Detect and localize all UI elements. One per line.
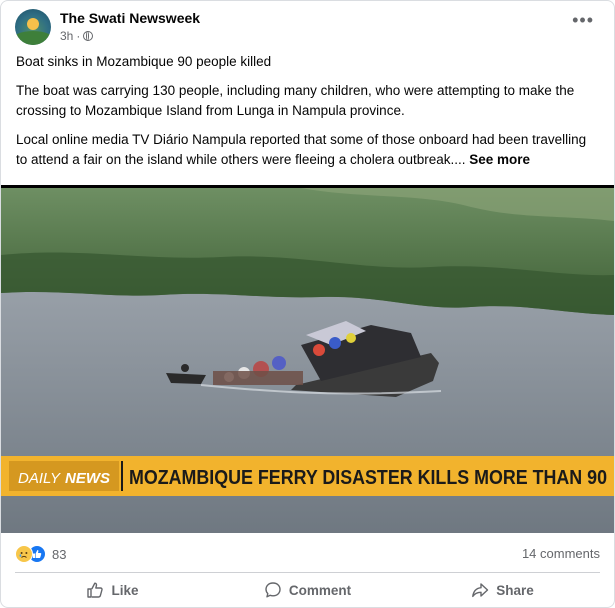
page-avatar[interactable] <box>15 9 51 45</box>
like-icon <box>87 582 104 598</box>
video-frame: DAILY NEWS MOZAMBIQUE FERRY DISASTER KIL… <box>1 188 614 533</box>
post-paragraph: The boat was carrying 130 people, includ… <box>16 83 575 118</box>
comments-count[interactable]: 14 comments <box>522 546 600 561</box>
like-button[interactable]: Like <box>15 575 210 605</box>
reactions-summary[interactable]: 83 <box>15 545 66 563</box>
post-meta: 3h · <box>60 29 94 43</box>
avatar-sun <box>27 18 39 30</box>
ticker-headline: MOZAMBIQUE FERRY DISASTER KILLS MORE THA… <box>129 467 607 489</box>
more-options-icon[interactable]: ••• <box>572 11 594 29</box>
ticker-logo-news: NEWS <box>65 470 110 487</box>
post-stats: 83 14 comments <box>15 545 600 565</box>
actions-divider <box>15 572 600 573</box>
post-time[interactable]: 3h <box>60 29 73 43</box>
post-headline: Boat sinks in Mozambique 90 people kille… <box>16 54 272 69</box>
share-label: Share <box>496 582 534 598</box>
see-more-link[interactable]: See more <box>469 152 530 167</box>
comment-label: Comment <box>288 582 352 598</box>
sad-reaction-icon <box>15 545 33 563</box>
comment-button[interactable]: Comment <box>210 575 405 605</box>
like-label: Like <box>111 582 139 598</box>
action-bar: Like Comment Share <box>15 575 600 605</box>
avatar-land <box>15 31 51 45</box>
page-name[interactable]: The Swati Newsweek <box>60 10 200 26</box>
globe-icon <box>83 31 94 41</box>
share-icon <box>472 583 489 598</box>
post-paragraph: Local online media TV Diário Nampula rep… <box>16 130 601 170</box>
share-button[interactable]: Share <box>405 575 600 605</box>
comment-icon <box>265 582 281 598</box>
post-text: Boat sinks in Mozambique 90 people kille… <box>16 52 601 179</box>
post-header: The Swati Newsweek 3h · ••• <box>15 9 600 45</box>
ticker-logo-daily: DAILY <box>18 470 61 487</box>
post-video[interactable]: DAILY NEWS MOZAMBIQUE FERRY DISASTER KIL… <box>1 185 614 533</box>
reaction-count: 83 <box>52 546 67 562</box>
post-card: The Swati Newsweek 3h · ••• Boat sinks i… <box>0 0 615 608</box>
